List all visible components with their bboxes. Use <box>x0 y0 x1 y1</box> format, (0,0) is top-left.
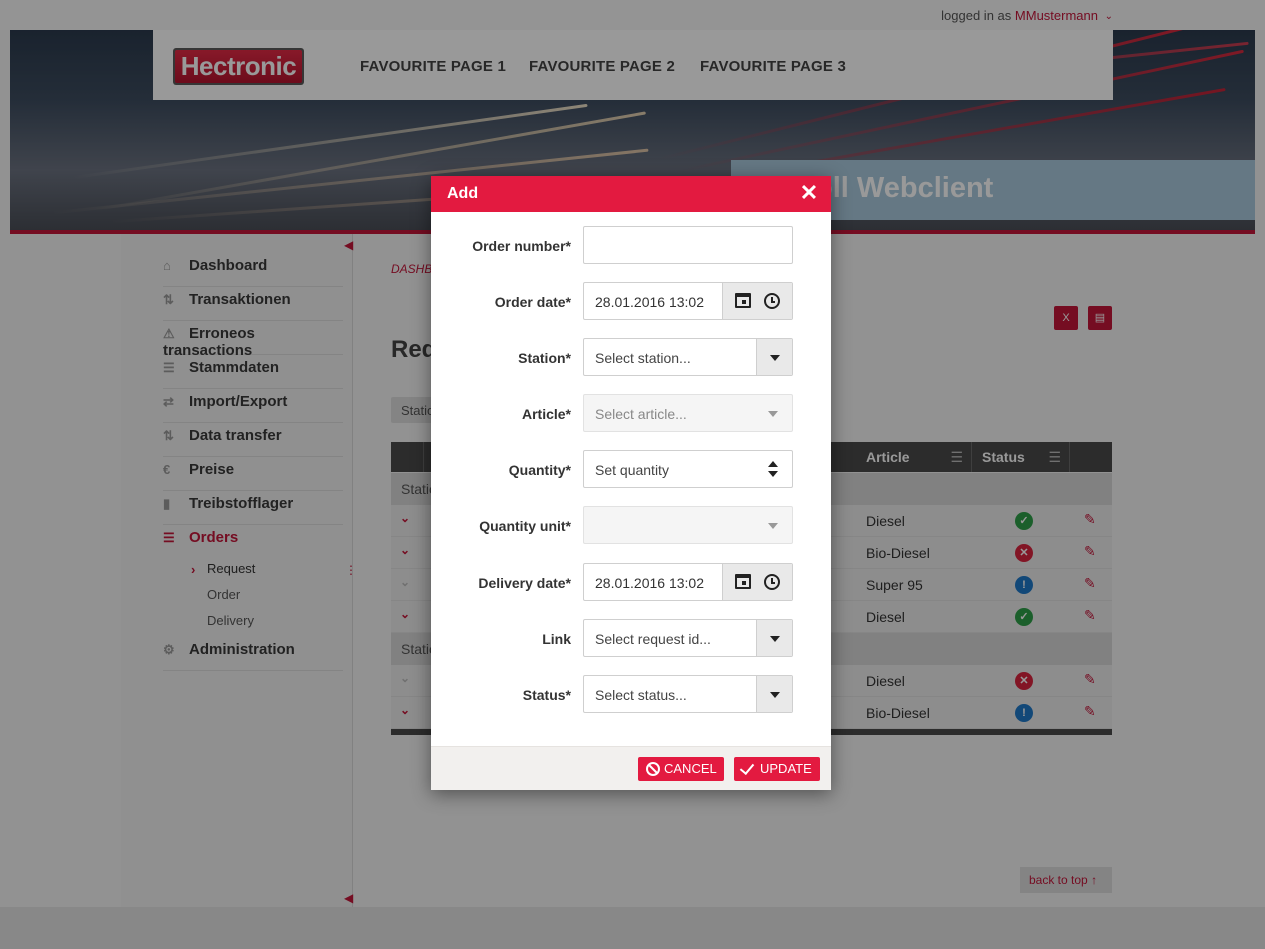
cancel-button[interactable]: CANCEL <box>638 757 724 781</box>
order-number-input[interactable] <box>583 226 793 264</box>
clock-icon[interactable] <box>764 574 780 590</box>
quantity-unit-label: Quantity unit* <box>479 518 571 534</box>
link-label: Link <box>542 631 571 647</box>
caret-down-icon <box>770 636 780 642</box>
quantity-row: Quantity* Set quantity <box>431 450 831 490</box>
delivery-date-row: Delivery date* 28.01.2016 13:02 <box>431 563 831 603</box>
calendar-icon[interactable] <box>735 574 751 589</box>
station-dropdown-toggle[interactable] <box>756 339 792 375</box>
decrement-icon[interactable] <box>768 471 778 477</box>
delivery-date-input[interactable]: 28.01.2016 13:02 <box>583 563 793 601</box>
caret-down-icon <box>770 692 780 698</box>
caret-down-icon <box>770 355 780 361</box>
quantity-label: Quantity* <box>508 462 571 478</box>
link-select[interactable]: Select request id... <box>583 619 793 657</box>
caret-down-icon <box>768 523 778 529</box>
dialog-title: Add <box>447 185 479 202</box>
close-icon[interactable]: ✕ <box>799 182 819 204</box>
dialog-header: Add ✕ <box>431 176 831 212</box>
delivery-date-label: Delivery date* <box>478 575 571 591</box>
check-icon <box>739 759 755 776</box>
status-label: Status* <box>522 687 571 703</box>
order-date-input[interactable]: 28.01.2016 13:02 <box>583 282 793 320</box>
delivery-date-picker <box>722 564 792 600</box>
order-date-picker <box>722 283 792 319</box>
increment-icon[interactable] <box>768 461 778 467</box>
calendar-icon[interactable] <box>735 293 751 308</box>
station-select[interactable]: Select station... <box>583 338 793 376</box>
link-dropdown-toggle[interactable] <box>756 620 792 656</box>
article-row: Article* Select article... <box>431 394 831 434</box>
clock-icon[interactable] <box>764 293 780 309</box>
link-row: Link Select request id... <box>431 619 831 659</box>
quantity-unit-select[interactable] <box>583 506 793 544</box>
quantity-stepper[interactable]: Set quantity <box>583 450 793 488</box>
add-dialog: Add ✕ Order number* Order date* 28.01.20… <box>431 176 831 790</box>
order-date-row: Order date* 28.01.2016 13:02 <box>431 282 831 322</box>
status-row: Status* Select status... <box>431 675 831 715</box>
dialog-footer: CANCEL UPDATE <box>431 746 831 790</box>
article-label: Article* <box>521 406 571 422</box>
order-number-label: Order number* <box>472 238 571 254</box>
status-dropdown-toggle[interactable] <box>756 676 792 712</box>
order-date-label: Order date* <box>494 294 571 310</box>
station-label: Station* <box>518 350 571 366</box>
order-number-row: Order number* <box>431 226 831 266</box>
quantity-unit-row: Quantity unit* <box>431 506 831 546</box>
caret-down-icon <box>768 411 778 417</box>
ban-icon <box>646 762 660 776</box>
station-row: Station* Select station... <box>431 338 831 378</box>
update-button[interactable]: UPDATE <box>734 757 820 781</box>
status-select[interactable]: Select status... <box>583 675 793 713</box>
article-select[interactable]: Select article... <box>583 394 793 432</box>
